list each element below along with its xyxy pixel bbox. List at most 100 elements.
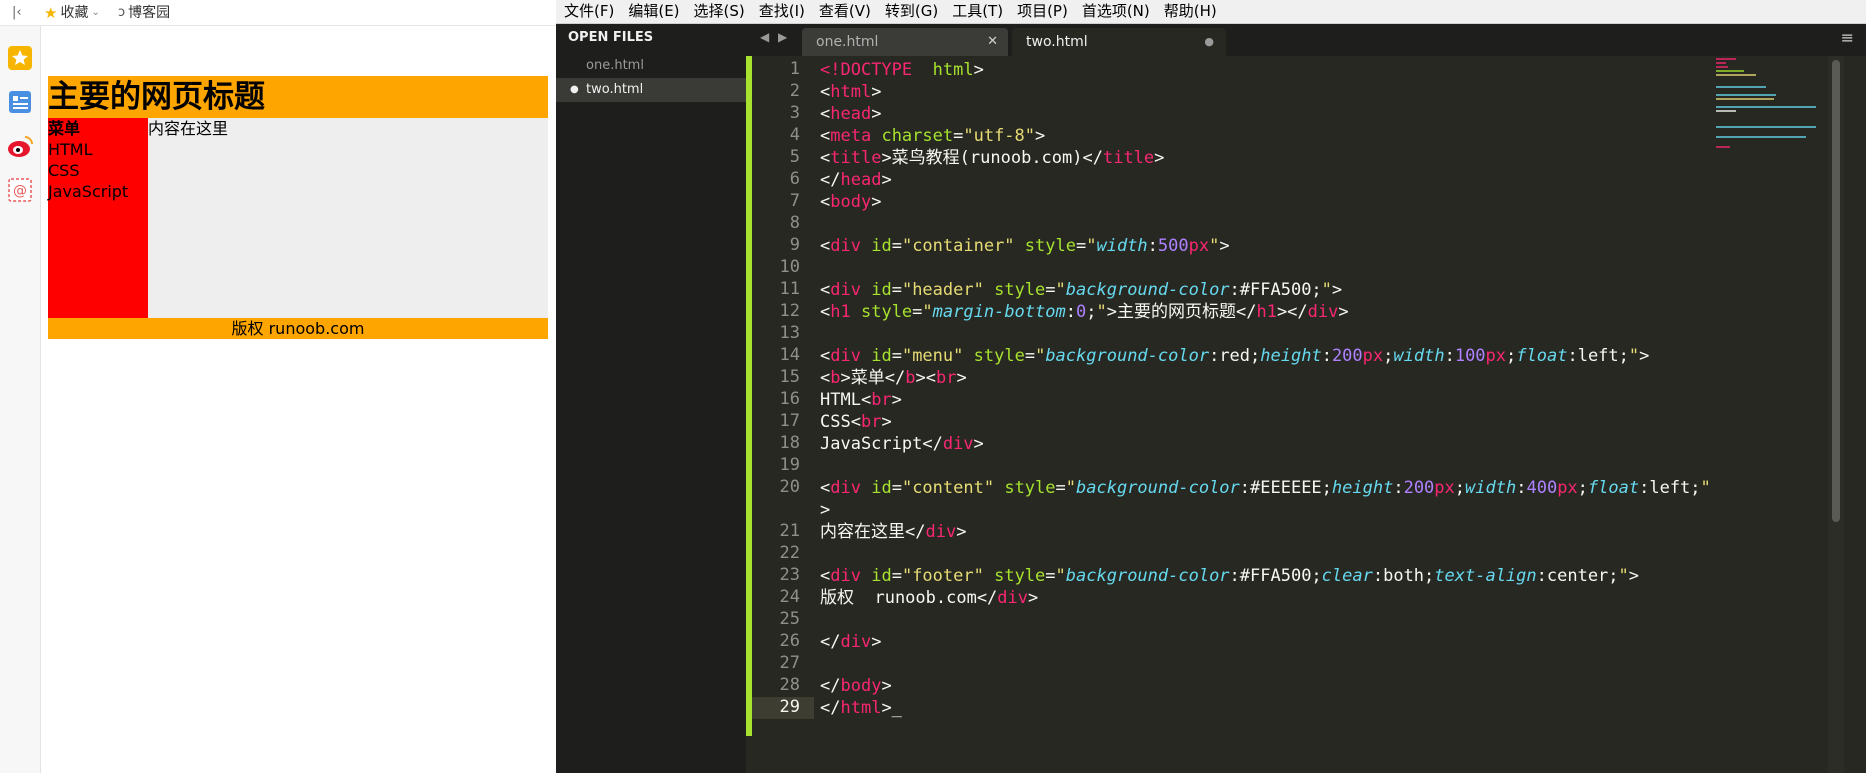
code-token: = — [891, 236, 902, 256]
code-token: " — [1055, 280, 1066, 300]
tab-prev-icon[interactable]: ◀ — [760, 30, 769, 44]
code-token: = — [891, 478, 902, 498]
line-number: 2 — [789, 81, 800, 101]
line-number: 21 — [779, 521, 800, 541]
code-token: "container" — [901, 236, 1015, 256]
menu-help[interactable]: 帮助(H) — [1156, 0, 1223, 23]
footer-text: 版权 runoob.com — [231, 319, 365, 338]
code-token: div — [830, 280, 861, 300]
open-files-title: OPEN FILES — [568, 30, 654, 45]
menu-selection[interactable]: 选择(S) — [686, 0, 751, 23]
svg-text:@: @ — [13, 183, 27, 199]
code-line: </body> — [820, 675, 892, 697]
minimap[interactable] — [1716, 56, 1826, 156]
code-token: " — [1321, 280, 1332, 300]
code-line: <h1 style="margin-bottom:0;">主要的网页标题</h1… — [820, 301, 1349, 323]
code-token: margin-bottom — [932, 302, 1066, 322]
tab-two-html[interactable]: two.html ● — [1012, 28, 1226, 56]
code-token: :#EEEEEE; — [1239, 478, 1332, 498]
code-token: > — [1331, 280, 1343, 300]
code-token: > — [956, 368, 967, 388]
menu-tools[interactable]: 工具(T) — [944, 0, 1009, 23]
code-area[interactable]: <!DOCTYPE html> <html> <head> <meta charset… — [820, 56, 1770, 773]
code-token: > — [973, 60, 984, 80]
code-token: html — [830, 82, 872, 102]
favorites-star-icon[interactable] — [6, 44, 34, 72]
code-line: <body> — [820, 191, 881, 213]
code-token: ; — [1383, 346, 1394, 366]
code-token: CSS< — [820, 412, 861, 432]
code-token: :left; — [1639, 478, 1701, 498]
code-token: px — [1362, 346, 1384, 366]
weibo-icon[interactable] — [6, 132, 34, 160]
unsaved-dot-icon[interactable]: ● — [1204, 28, 1214, 56]
page-content: 内容在这里 — [148, 118, 548, 318]
close-icon[interactable]: ✕ — [987, 28, 998, 56]
code-token: < — [820, 566, 831, 586]
menu-edit[interactable]: 编辑(E) — [620, 0, 685, 23]
code-token: > — [871, 82, 882, 102]
code-token: > — [891, 390, 902, 410]
code-token: 版权 runoob.com</ — [820, 588, 998, 608]
line-number: 16 — [779, 389, 800, 409]
line-number: 20 — [779, 477, 800, 497]
code-token: style — [860, 302, 913, 322]
code-line: CSS<br> — [820, 411, 892, 433]
tab-next-icon[interactable]: ▶ — [778, 30, 787, 44]
code-token: " — [1618, 566, 1629, 586]
tab-one-html[interactable]: one.html ✕ — [802, 28, 1008, 56]
code-token: " — [1055, 566, 1066, 586]
open-file-one-label: one.html — [586, 58, 644, 73]
open-file-one[interactable]: one.html — [556, 54, 746, 78]
collapse-left-icon: |‹ — [12, 5, 22, 20]
code-token: </ — [820, 632, 841, 652]
code-token: = — [1045, 280, 1056, 300]
code-token: : — [1393, 478, 1404, 498]
tab-two-label: two.html — [1026, 34, 1088, 50]
code-token: meta — [830, 126, 872, 146]
code-line: </html>_ — [820, 697, 902, 719]
code-token: head — [830, 104, 872, 124]
menu-project[interactable]: 项目(P) — [1009, 0, 1074, 23]
menu-item-javascript: JavaScript — [48, 182, 129, 201]
reader-list-icon[interactable] — [6, 88, 34, 116]
menu-view[interactable]: 查看(V) — [811, 0, 877, 23]
email-icon[interactable]: @ — [6, 176, 34, 204]
line-number: 17 — [779, 411, 800, 431]
tab-one-label: one.html — [816, 34, 879, 50]
code-token: float — [1587, 478, 1640, 498]
menu-goto[interactable]: 转到(G) — [877, 0, 944, 23]
code-line: 内容在这里</div> — [820, 521, 966, 543]
menu-find[interactable]: 查找(I) — [751, 0, 811, 23]
code-token: :both; — [1372, 566, 1435, 586]
sublime-editor-window: 文件(F) 编辑(E) 选择(S) 查找(I) 查看(V) 转到(G) 工具(T… — [556, 0, 1866, 773]
code-token: px — [1188, 236, 1210, 256]
code-token: :#FFA500; — [1229, 566, 1322, 586]
code-line: HTML<br> — [820, 389, 902, 411]
line-number: 27 — [779, 653, 800, 673]
code-token: body — [830, 192, 872, 212]
code-token: background-color — [1076, 478, 1240, 498]
bookmark-cnblogs[interactable]: ↄ 博客园 — [118, 3, 170, 23]
code-token: id — [871, 280, 892, 300]
code-token: b — [905, 368, 916, 388]
menu-file[interactable]: 文件(F) — [556, 0, 620, 23]
line-number: 22 — [779, 543, 800, 563]
code-line: <div id="content" style="background-colo… — [820, 477, 1711, 499]
tab-menu-icon[interactable]: ≡ — [1841, 28, 1854, 47]
menu-preferences[interactable]: 首选项(N) — [1074, 0, 1156, 23]
code-token: HTML< — [820, 390, 872, 410]
sidebar-collapse-button[interactable]: |‹ — [12, 3, 22, 23]
code-token: > — [871, 632, 882, 652]
code-token: >菜单</ — [840, 368, 906, 388]
code-token: < — [820, 192, 831, 212]
scrollbar-thumb[interactable] — [1832, 60, 1840, 522]
code-token: b — [830, 368, 841, 388]
code-token: px — [1434, 478, 1455, 498]
code-line: <!DOCTYPE html> — [820, 59, 984, 81]
code-token: > — [1028, 588, 1039, 608]
open-file-two[interactable]: ● two.html — [556, 78, 746, 102]
bookmark-favorites[interactable]: ★ 收藏 ⌄ — [44, 3, 100, 23]
